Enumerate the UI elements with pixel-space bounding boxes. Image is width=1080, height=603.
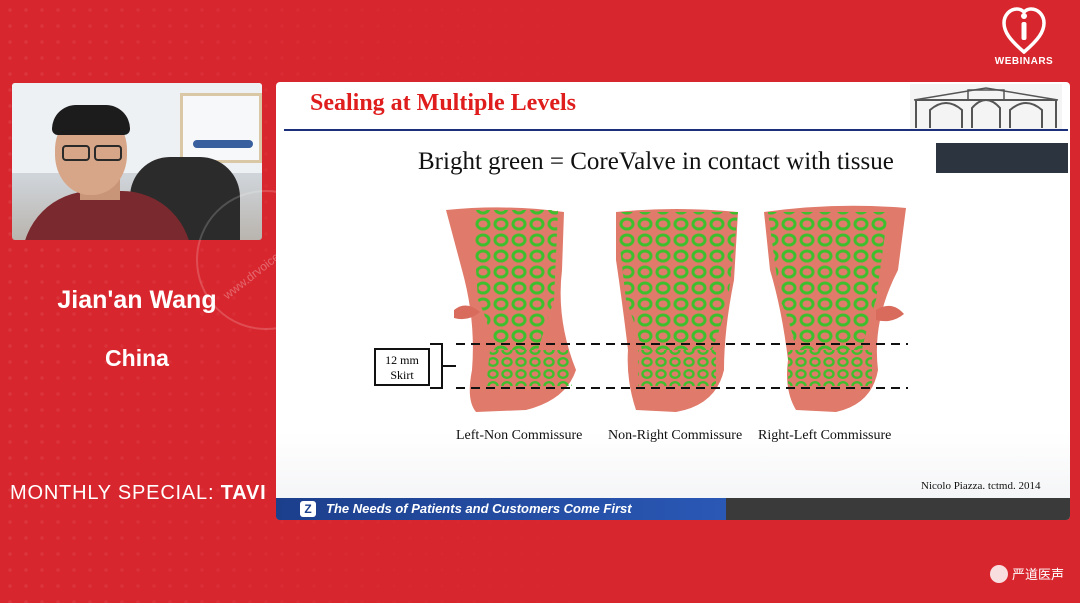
brand-text: 严道医声 (1011, 567, 1064, 582)
valve-non-right (616, 209, 738, 412)
slide-subtitle: Bright green = CoreValve in contact with… (418, 148, 894, 175)
slide-footer-text: The Needs of Patients and Customers Come… (326, 501, 632, 516)
speaker-country: China (105, 345, 169, 371)
company-logo-icon: Z (300, 501, 316, 517)
brand-mark: 严道医声 (989, 564, 1064, 583)
brand-dot-icon (989, 564, 1008, 583)
heart-logo-icon (1002, 7, 1046, 54)
slide-title: Sealing at Multiple Levels (310, 90, 576, 116)
gate-illustration-icon (910, 84, 1062, 130)
valve-left-non (446, 207, 576, 412)
speaker-name: Jian'an Wang (57, 286, 217, 314)
caption-non-right: Non-Right Commissure (608, 428, 743, 443)
logo-label: WEBINARS (994, 56, 1054, 67)
skirt-label-box: 12 mm Skirt (374, 348, 430, 386)
caption-right-left: Right-Left Commissure (758, 428, 892, 443)
program-topic: TAVI (220, 482, 267, 504)
skirt-bracket (430, 343, 456, 389)
caption-left-non: Left-Non Commissure (456, 428, 583, 443)
slide-citation: Nicolo Piazza. tctmd. 2014 (921, 480, 1041, 492)
program-prefix: MONTHLY SPECIAL: (10, 482, 215, 504)
program-title: MONTHLY SPECIAL: TAVI (10, 482, 267, 505)
skirt-size-text: 12 mm (385, 353, 419, 367)
valve-illustrations (430, 205, 908, 412)
webinars-logo: WEBINARS (994, 6, 1054, 67)
skirt-word-text: Skirt (390, 368, 414, 382)
title-divider (284, 129, 1068, 131)
redacted-block (936, 143, 1068, 173)
presentation-slide: Sealing at Multiple Levels Bright green … (276, 82, 1070, 520)
valve-right-left (764, 205, 906, 412)
